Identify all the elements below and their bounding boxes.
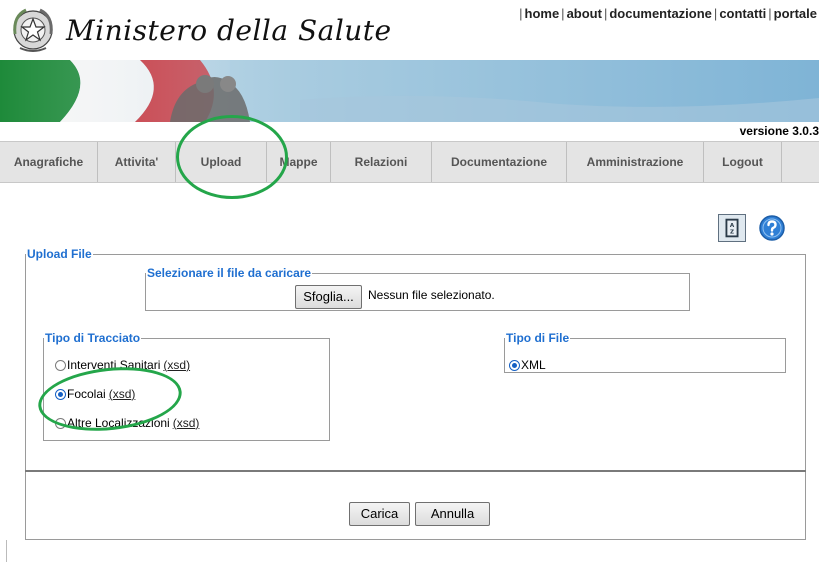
carica-button[interactable]: Carica [349,502,410,526]
ministry-logo-text: Ministero della Salute [66,14,392,47]
nav-amministrazione[interactable]: Amministrazione [567,142,704,182]
radio-xml[interactable] [509,359,520,371]
svg-text:A: A [730,223,735,229]
radio-row-interventi: Interventi Sanitari (xsd) [55,358,190,372]
link-contatti[interactable]: contatti [719,6,766,21]
tipo-file-legend: Tipo di File [506,331,570,345]
radio-row-focolai: Focolai (xsd) [55,387,135,401]
top-links: | home | about | documentazione | contatti | port… [519,6,817,21]
main-navbar: Anagrafiche Attivita' Upload Mappe Relaz… [0,141,819,183]
radio-focolai[interactable] [55,388,66,400]
version-label: versione 3.0.3 [739,124,819,138]
xsd-link-altre[interactable]: (xsd) [173,416,200,430]
nav-logout[interactable]: Logout [704,142,782,182]
tipo-file-fieldset: Tipo di File [504,331,786,373]
banner-image [0,60,819,122]
nav-relazioni[interactable]: Relazioni [331,142,432,182]
radio-row-xml: XML [509,358,546,372]
annulla-button[interactable]: Annulla [415,502,490,526]
nav-documentazione[interactable]: Documentazione [432,142,567,182]
xsd-link-focolai[interactable]: (xsd) [109,387,136,401]
tracciato-legend: Tipo di Tracciato [45,331,141,345]
file-status-text: Nessun file selezionato. [368,288,495,302]
nav-anagrafiche[interactable]: Anagrafiche [0,142,98,182]
left-edge-line [6,540,7,562]
italian-emblem-icon [13,8,53,52]
az-index-icon[interactable]: A Z [718,214,746,242]
nav-mappe[interactable]: Mappe [267,142,331,182]
svg-text:Z: Z [730,230,734,236]
radio-row-altre: Altre Localizzazioni (xsd) [55,416,199,430]
xsd-link-interventi[interactable]: (xsd) [163,358,190,372]
radio-altre-localizzazioni[interactable] [55,417,66,429]
link-about[interactable]: about [567,6,602,21]
question-icon[interactable] [758,214,786,242]
section-divider [25,470,806,472]
link-documentazione[interactable]: documentazione [609,6,712,21]
radio-interventi-sanitari[interactable] [55,359,66,371]
nav-attivita[interactable]: Attivita' [98,142,176,182]
header: Ministero della Salute | home | about | docum… [0,0,819,60]
radio-label-xml: XML [521,358,546,372]
radio-label-altre: Altre Localizzazioni [67,416,170,430]
browse-button[interactable]: Sfoglia... [295,285,362,309]
radio-label-interventi: Interventi Sanitari [67,358,161,372]
link-home[interactable]: home [525,6,560,21]
upload-file-legend: Upload File [27,247,92,261]
help-icons: A Z [718,214,786,242]
radio-label-focolai: Focolai [67,387,106,401]
nav-upload[interactable]: Upload [176,142,267,182]
link-portale[interactable]: portale [774,6,817,21]
file-select-legend: Selezionare il file da caricare [147,266,312,280]
